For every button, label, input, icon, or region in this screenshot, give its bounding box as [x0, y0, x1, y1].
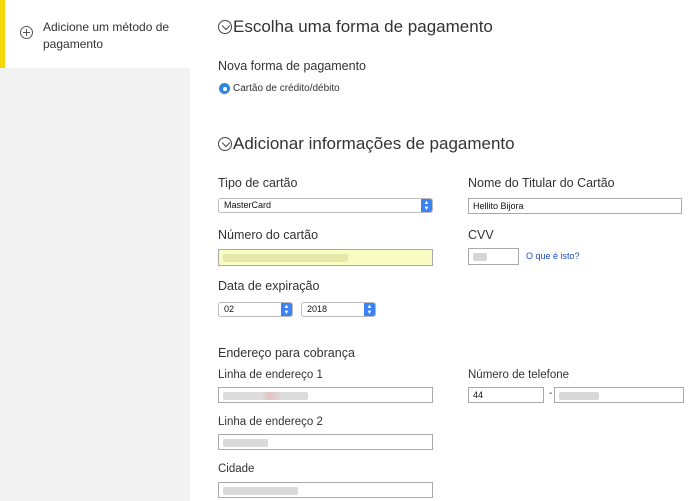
cvv-help-link[interactable]: O que é isto?: [526, 251, 580, 261]
billing-address-heading: Endereço para cobrança: [218, 346, 355, 360]
chevron-down-circle-icon: [218, 137, 232, 151]
card-type-label: Tipo de cartão: [218, 176, 298, 190]
credit-debit-radio-label[interactable]: Cartão de crédito/débito: [233, 83, 340, 94]
add-circle-icon: [20, 26, 33, 39]
phone-area-field[interactable]: 44: [468, 387, 544, 403]
chevron-down-circle-icon: [218, 20, 232, 34]
redacted-text: [223, 487, 298, 495]
phone-area-value: 44: [473, 390, 484, 400]
redacted-text: [473, 253, 487, 261]
expiration-year-select[interactable]: 2018 ▲ ▼: [301, 302, 376, 317]
cvv-label: CVV: [468, 228, 494, 242]
select-chevron-icon: ▲ ▼: [281, 303, 292, 316]
expiration-label: Data de expiração: [218, 279, 320, 293]
sidebar-item-label: Adicione um método de pagamento: [43, 20, 170, 51]
expiration-year-value: 2018: [307, 304, 328, 314]
phone-separator: -: [549, 388, 553, 399]
section-title-text: Adicionar informações de pagamento: [233, 134, 515, 153]
city-field[interactable]: [218, 482, 433, 498]
holder-name-field[interactable]: Hellito Bijora: [468, 198, 682, 214]
expiration-month-value: 02: [224, 304, 235, 314]
address-line2-label: Linha de endereço 2: [218, 416, 323, 428]
card-type-select[interactable]: MasterCard ▲ ▼: [218, 198, 433, 213]
redacted-text: [223, 254, 348, 262]
expiration-month-select[interactable]: 02 ▲ ▼: [218, 302, 293, 317]
redacted-text: [559, 392, 599, 400]
address-line2-field[interactable]: [218, 434, 433, 450]
phone-number-label: Número de telefone: [468, 369, 570, 381]
select-chevron-icon: ▲ ▼: [364, 303, 375, 316]
phone-number-field[interactable]: [554, 387, 684, 403]
credit-debit-radio[interactable]: [219, 83, 230, 94]
section-title-choose-payment[interactable]: Escolha uma forma de pagamento: [218, 17, 493, 37]
card-number-field[interactable]: [218, 249, 433, 266]
address-line1-label: Linha de endereço 1: [218, 369, 323, 381]
card-type-value: MasterCard: [224, 200, 272, 210]
redacted-text: [223, 439, 268, 447]
cvv-field[interactable]: [468, 248, 519, 265]
city-label: Cidade: [218, 463, 255, 475]
sidebar: [0, 0, 190, 501]
new-payment-subtitle: Nova forma de pagamento: [218, 59, 367, 73]
section-title-text: Escolha uma forma de pagamento: [233, 17, 493, 36]
select-chevron-icon: ▲ ▼: [421, 199, 432, 212]
redacted-text: [223, 392, 308, 400]
address-line1-field[interactable]: [218, 387, 433, 403]
holder-name-value: Hellito Bijora: [473, 201, 524, 211]
card-number-label: Número do cartão: [218, 228, 319, 242]
section-title-add-payment-info[interactable]: Adicionar informações de pagamento: [218, 134, 515, 154]
holder-name-label: Nome do Titular do Cartão: [468, 176, 615, 190]
